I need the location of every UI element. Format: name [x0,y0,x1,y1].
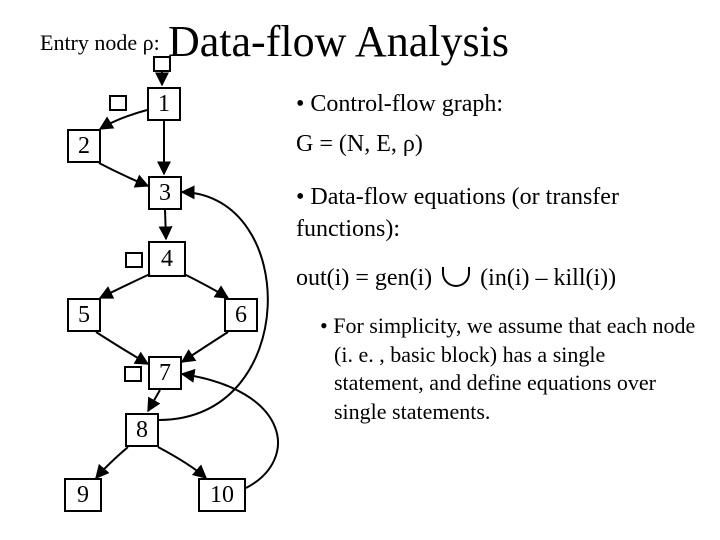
bullet-panel: • Control-flow graph: G = (N, E, ρ) • Da… [296,88,696,426]
bullet-dfe: • Data-flow equations (or transfer funct… [296,181,696,246]
node-9: 9 [64,478,102,512]
out-equation: out(i) = gen(i) (in(i) – kill(i)) [296,262,696,294]
deco-square-4 [125,252,143,268]
node-5: 5 [67,298,101,332]
node-2-label: 2 [78,134,90,158]
node-2: 2 [67,129,101,163]
node-9-label: 9 [77,483,89,507]
bullet-simplicity: • For simplicity, we assume that each no… [320,312,696,426]
node-1-label: 1 [158,92,170,116]
out-eq-right: (in(i) – kill(i)) [480,265,616,291]
deco-square-7 [124,366,142,382]
node-6-label: 6 [235,303,247,327]
entry-node-label: Entry node ρ: [40,30,160,56]
node-4-label: 4 [161,247,173,271]
node-7-label: 7 [159,361,171,385]
node-8-label: 8 [136,418,148,442]
bullet-cfg: • Control-flow graph: [296,88,696,120]
entry-node [153,56,171,72]
node-3-label: 3 [159,181,171,205]
out-eq-left: out(i) = gen(i) [296,265,438,291]
union-icon [442,267,470,287]
slide-title: Data-flow Analysis [168,16,509,67]
node-6: 6 [224,298,258,332]
node-3: 3 [148,176,182,210]
graph-equation: G = (N, E, ρ) [296,128,696,160]
deco-square-1 [109,95,127,111]
node-10: 10 [198,478,246,512]
node-8: 8 [125,413,159,447]
node-5-label: 5 [78,303,90,327]
node-1: 1 [147,87,181,121]
slide-stage: Data-flow Analysis Entry node ρ: 1 2 3 4… [0,0,720,540]
node-4: 4 [148,241,186,277]
node-10-label: 10 [210,483,234,507]
node-7: 7 [148,356,182,390]
